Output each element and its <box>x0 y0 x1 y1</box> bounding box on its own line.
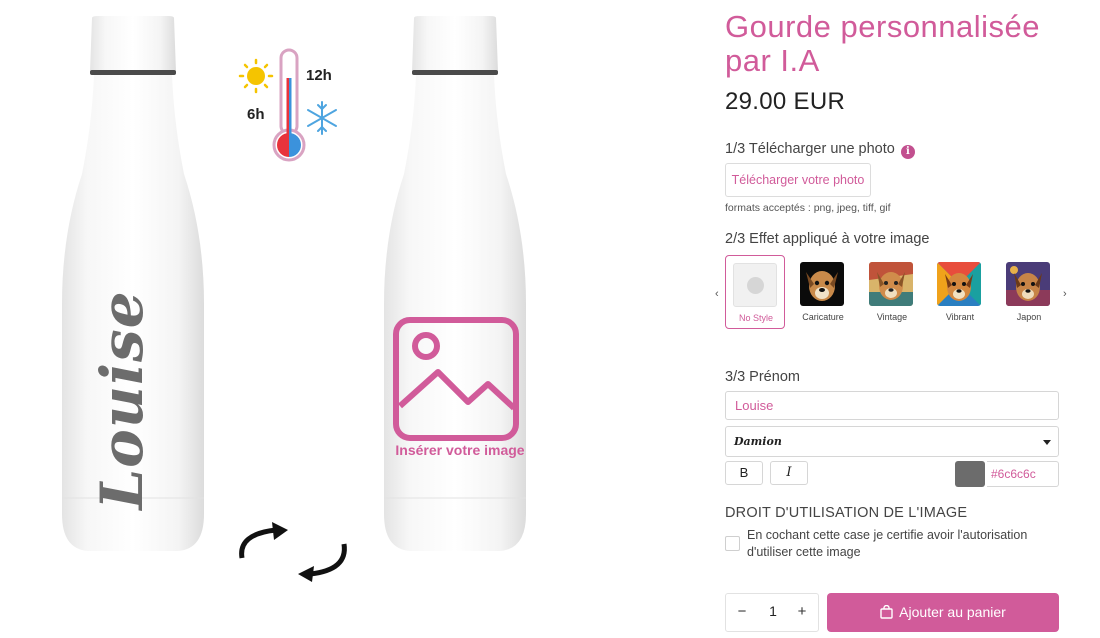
quantity-decrease-button[interactable]: − <box>732 603 752 620</box>
placeholder-dot-icon <box>747 277 764 294</box>
bottle-name-text: Louise <box>88 290 156 510</box>
snowflake-icon <box>307 101 337 135</box>
step3-label: 3/3 Prénom <box>725 369 800 385</box>
style-option-caricature[interactable]: Caricature <box>793 255 853 329</box>
sun-icon <box>238 58 274 94</box>
add-to-cart-label: Ajouter au panier <box>899 604 1006 620</box>
text-color-swatch[interactable] <box>955 461 985 487</box>
info-icon[interactable]: i <box>900 145 915 159</box>
style-option-vibrant[interactable]: Vibrant <box>930 255 990 329</box>
image-rights-title: DROIT D'UTILISATION DE L'IMAGE <box>725 505 968 521</box>
rotate-arrows-icon[interactable] <box>234 520 352 582</box>
bold-button[interactable]: B <box>725 461 763 485</box>
style-name: No Style <box>738 313 773 323</box>
add-to-cart-button[interactable]: Ajouter au panier <box>827 593 1059 632</box>
cold-duration-label: 6h <box>247 106 265 123</box>
product-preview: Louise 12h 6h Insérer votre image <box>0 0 700 638</box>
style-option-vintage[interactable]: Vintage <box>862 255 922 329</box>
no-style-thumbnail <box>733 263 777 307</box>
style-option-japon[interactable]: Japon <box>999 255 1059 329</box>
style-name: Vintage <box>876 312 908 322</box>
font-select-value: Damion <box>734 435 782 448</box>
hot-duration-label: 12h <box>306 67 332 84</box>
style-name: Vibrant <box>945 312 975 322</box>
shopping-bag-icon <box>880 605 893 619</box>
image-placeholder-icon[interactable] <box>392 316 520 442</box>
product-config-panel: Gourde personnalisée par I.A 29.00 EUR 1… <box>715 0 1067 638</box>
first-name-input[interactable] <box>725 391 1059 420</box>
upload-photo-button[interactable]: Télécharger votre photo <box>725 163 871 197</box>
quantity-increase-button[interactable]: + <box>792 603 812 620</box>
step1-label-text: 1/3 Télécharger une photo <box>725 141 895 157</box>
quantity-stepper: − 1 + <box>725 593 819 632</box>
bottle-front-view: Insérer votre image <box>380 14 530 559</box>
styles-next-arrow[interactable]: › <box>1063 288 1067 300</box>
dog-caricature-thumbnail <box>800 262 844 306</box>
dog-japon-thumbnail <box>1006 262 1050 306</box>
chevron-down-icon <box>1043 440 1051 445</box>
image-rights-text: En cochant cette case je certifie avoir … <box>747 528 1028 559</box>
bottle-back-view: Louise <box>58 14 208 559</box>
quantity-value[interactable]: 1 <box>756 603 790 619</box>
style-name: Japon <box>1016 312 1042 322</box>
temperature-badge: 12h 6h <box>238 48 342 166</box>
step2-label: 2/3 Effet appliqué à votre image <box>725 231 930 247</box>
dog-vintage-thumbnail <box>869 262 913 306</box>
product-price: 29.00 EUR <box>725 88 846 115</box>
style-option-no-style[interactable]: No Style <box>725 255 785 329</box>
italic-button[interactable]: I <box>770 461 808 485</box>
image-placeholder-label: Insérer votre image <box>395 442 525 458</box>
font-select[interactable]: Damion <box>725 426 1059 457</box>
dog-vibrant-thumbnail <box>937 262 981 306</box>
style-name: Caricature <box>802 312 844 322</box>
styles-prev-arrow[interactable]: ‹ <box>715 288 719 300</box>
formats-note: formats acceptés : png, jpeg, tiff, gif <box>725 202 891 214</box>
image-rights-checkbox[interactable] <box>725 536 740 551</box>
text-color-input[interactable]: #6c6c6c <box>987 461 1059 487</box>
step1-label: 1/3 Télécharger une photo i <box>725 141 915 159</box>
product-title: Gourde personnalisée par I.A <box>725 9 1041 78</box>
